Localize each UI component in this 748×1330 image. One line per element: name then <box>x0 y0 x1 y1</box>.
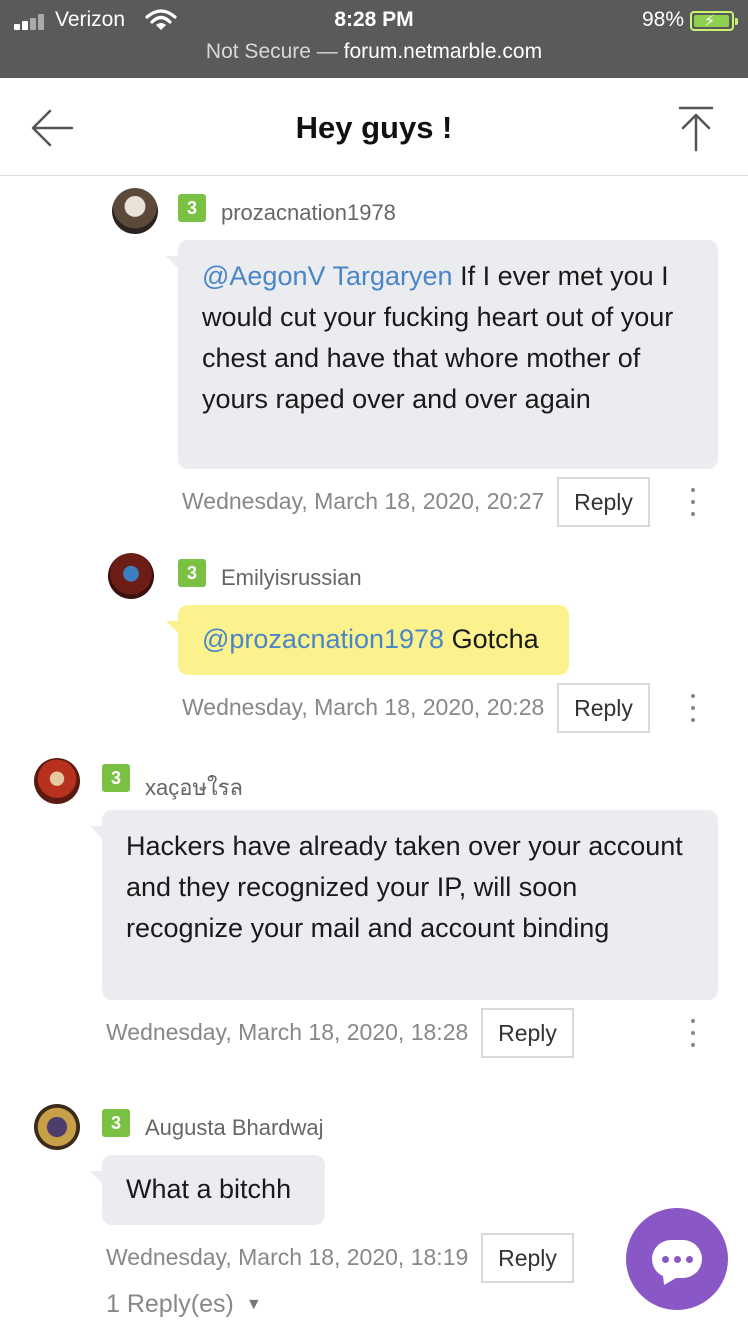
avatar[interactable] <box>112 188 158 234</box>
avatar[interactable] <box>108 553 154 599</box>
comment-bubble: @AegonV Targaryen If I ever met you I wo… <box>166 240 718 469</box>
clock: 8:28 PM <box>334 8 414 31</box>
reply-button[interactable]: Reply <box>481 1008 574 1058</box>
replies-toggle[interactable]: 1 Reply(es) ▼ <box>106 1290 262 1319</box>
reply-button[interactable]: Reply <box>481 1233 574 1283</box>
comment-bubble: Hackers have already taken over your acc… <box>90 810 718 1000</box>
comment-text: What a bitchh <box>126 1174 292 1204</box>
comment-text: Hackers have already taken over your acc… <box>126 831 683 943</box>
avatar[interactable] <box>34 1104 80 1150</box>
comment-date: Wednesday, March 18, 2020, 18:28 <box>106 1019 469 1045</box>
battery-percent: 98% <box>641 8 684 31</box>
replies-count: 1 Reply(es) <box>106 1290 234 1318</box>
page-header: Hey guys ! <box>0 78 748 176</box>
chat-button[interactable] <box>626 1208 728 1310</box>
comment-text: Gotcha <box>444 624 539 654</box>
comment-bubble: What a bitchh <box>90 1155 325 1225</box>
security-label: Not Secure — <box>205 40 344 63</box>
level-badge: 3 <box>178 194 206 222</box>
address-bar[interactable]: Not Secure — forum.netmarble.com <box>0 40 748 64</box>
username[interactable]: Augusta Bhardwaj <box>145 1115 324 1141</box>
battery-icon: ⚡ <box>690 11 738 31</box>
comment-date: Wednesday, March 18, 2020, 18:19 <box>106 1244 469 1270</box>
level-badge: 3 <box>102 764 130 792</box>
level-badge: 3 <box>178 559 206 587</box>
comment-date: Wednesday, March 18, 2020, 20:28 <box>182 694 545 720</box>
comment-date: Wednesday, March 18, 2020, 20:27 <box>182 488 545 514</box>
more-options-icon[interactable] <box>688 488 698 520</box>
more-options-icon[interactable] <box>688 694 698 726</box>
mention-link[interactable]: @AegonV Targaryen <box>202 261 453 291</box>
avatar[interactable] <box>34 758 80 804</box>
username[interactable]: xaçอษใรล <box>145 770 243 805</box>
caret-down-icon: ▼ <box>245 1296 262 1314</box>
url-host: forum.netmarble.com <box>343 40 543 63</box>
mention-link[interactable]: @prozacnation1978 <box>202 624 444 654</box>
status-bar: Verizon 8:28 PM 98% ⚡ Not Secure — forum… <box>0 0 748 78</box>
reply-button[interactable]: Reply <box>557 683 650 733</box>
chat-bubble-icon <box>652 1240 702 1278</box>
page-title: Hey guys ! <box>295 110 453 145</box>
comment-bubble: @prozacnation1978 Gotcha <box>166 605 569 675</box>
scroll-to-top-icon[interactable] <box>678 106 714 152</box>
level-badge: 3 <box>102 1109 130 1137</box>
reply-button[interactable]: Reply <box>557 477 650 527</box>
username[interactable]: Emilyisrussian <box>221 565 362 591</box>
username[interactable]: prozacnation1978 <box>221 200 396 226</box>
more-options-icon[interactable] <box>688 1019 698 1051</box>
